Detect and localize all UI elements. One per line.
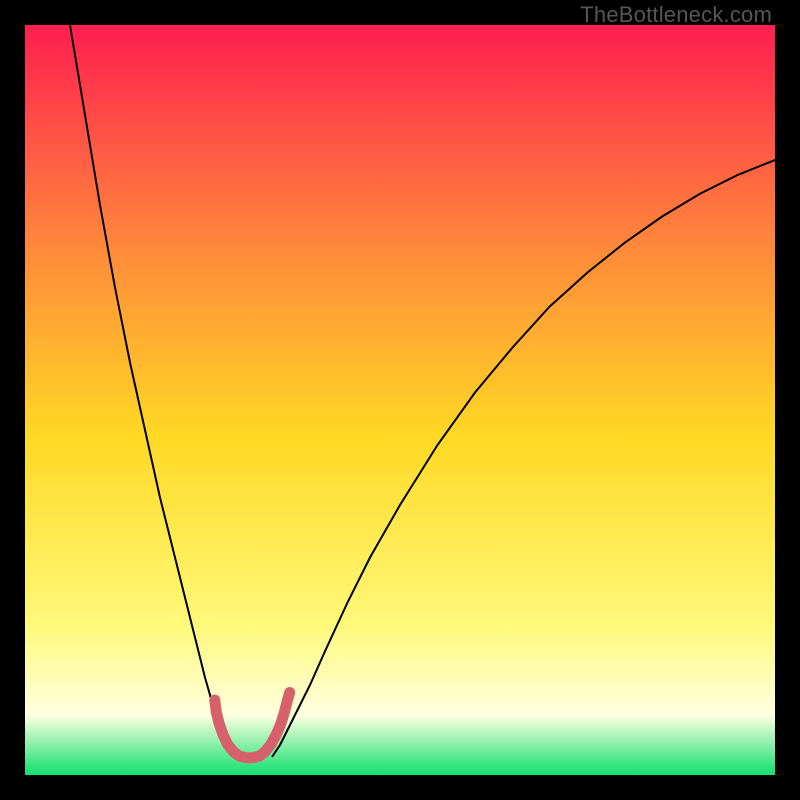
outer-frame [25,25,775,775]
chart-svg [25,25,775,775]
watermark-text: TheBottleneck.com [580,2,772,28]
